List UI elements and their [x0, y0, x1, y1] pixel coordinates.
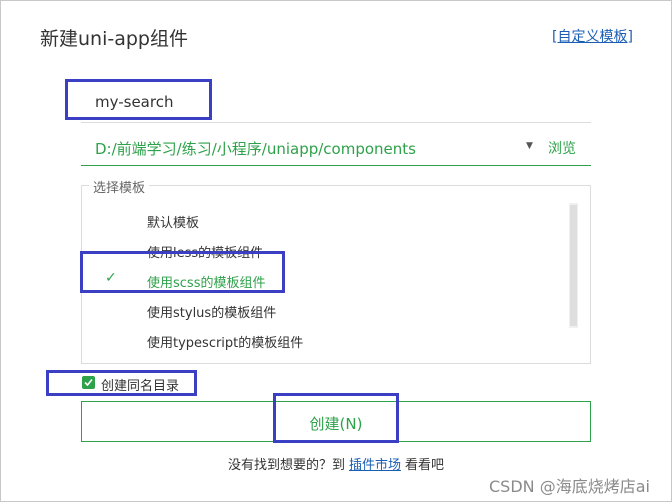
template-option-label: 默认模板 — [147, 216, 200, 231]
footer-hint: 没有找到想要的？到 插件市场 看看吧 — [0, 454, 672, 473]
bracket-close: ] — [627, 29, 633, 45]
csdn-watermark: CSDN @海底烧烤店ai — [489, 477, 650, 496]
triangle-down-icon[interactable]: ▼ — [526, 141, 533, 151]
highlight-box-create — [273, 393, 399, 443]
path-value: D:/前端学习/练习/小程序/uniapp/components — [95, 140, 416, 158]
template-group-legend: 选择模板 — [89, 177, 150, 196]
template-option-default[interactable]: 默认模板 — [82, 205, 562, 235]
highlight-box-scss — [80, 251, 285, 293]
footer-prefix: 没有找到想要的？到 — [227, 458, 345, 473]
template-option-label: 使用stylus的模板组件 — [147, 306, 277, 321]
highlight-box-samedir — [46, 370, 197, 396]
highlight-box-name — [65, 79, 212, 120]
custom-template-link[interactable]: [自定义模板] — [552, 26, 633, 46]
footer-suffix: 看看吧 — [405, 458, 445, 473]
template-option-stylus[interactable]: 使用stylus的模板组件 — [82, 295, 562, 325]
dialog-title: 新建uni-app组件 — [40, 28, 188, 50]
template-list-scrollbar-thumb[interactable] — [570, 205, 577, 326]
template-option-label: 使用typescript的模板组件 — [147, 336, 304, 351]
plugin-market-link[interactable]: 插件市场 — [349, 458, 401, 473]
path-selector[interactable]: D:/前端学习/练习/小程序/uniapp/components ▼ 浏览 — [81, 127, 591, 166]
browse-button[interactable]: 浏览 — [548, 138, 576, 158]
template-option-typescript[interactable]: 使用typescript的模板组件 — [82, 325, 562, 355]
custom-template-label[interactable]: 自定义模板 — [557, 29, 627, 45]
